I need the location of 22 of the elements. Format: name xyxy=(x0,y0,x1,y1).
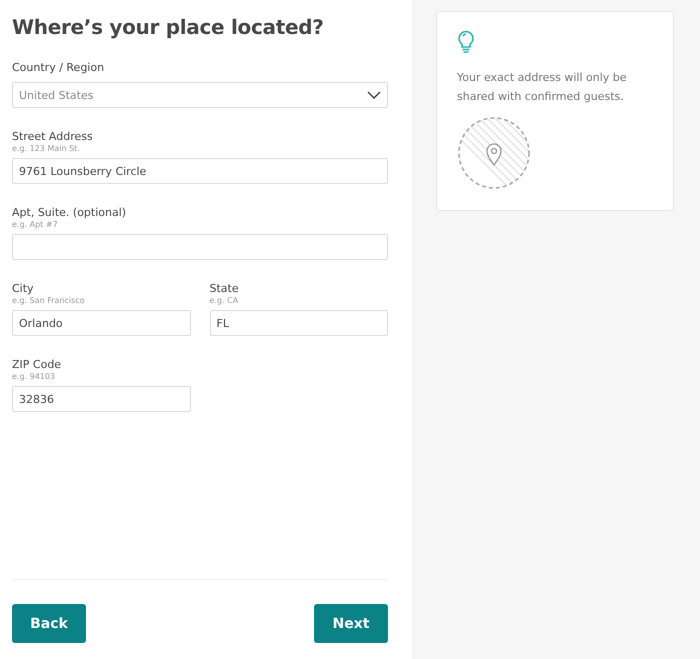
field-hint: e.g. 123 Main St. xyxy=(12,144,81,153)
field-hint: e.g. San Francisco xyxy=(12,296,86,305)
field-hint: e.g. Apt #7 xyxy=(12,220,59,229)
input-field[interactable]: 9761 Lounsberry Circle xyxy=(12,158,388,184)
field-label: Country / Region xyxy=(12,61,106,74)
field-label: ZIP Code xyxy=(12,358,62,371)
field-hint: e.g. 94103 xyxy=(12,372,56,381)
input-field[interactable] xyxy=(12,234,388,260)
field-label: Street Address xyxy=(12,130,94,143)
page-title: Where’s your place located? xyxy=(12,15,325,39)
field-label: Apt, Suite. (optional) xyxy=(12,206,128,219)
tip-text: Your exact address will only be shared with confirmed guests. xyxy=(457,70,628,105)
input-field[interactable]: Orlando xyxy=(12,310,190,336)
input-field[interactable]: FL xyxy=(210,310,388,336)
lightbulb-icon xyxy=(457,30,475,54)
field-label: State xyxy=(210,282,240,295)
chevron-icon xyxy=(367,91,381,99)
next-button[interactable]: Next xyxy=(314,604,388,643)
field-hint: e.g. CA xyxy=(210,296,240,305)
back-button[interactable]: Back xyxy=(12,604,86,643)
field-label: City xyxy=(12,282,35,295)
input-field[interactable]: 32836 xyxy=(12,386,190,412)
